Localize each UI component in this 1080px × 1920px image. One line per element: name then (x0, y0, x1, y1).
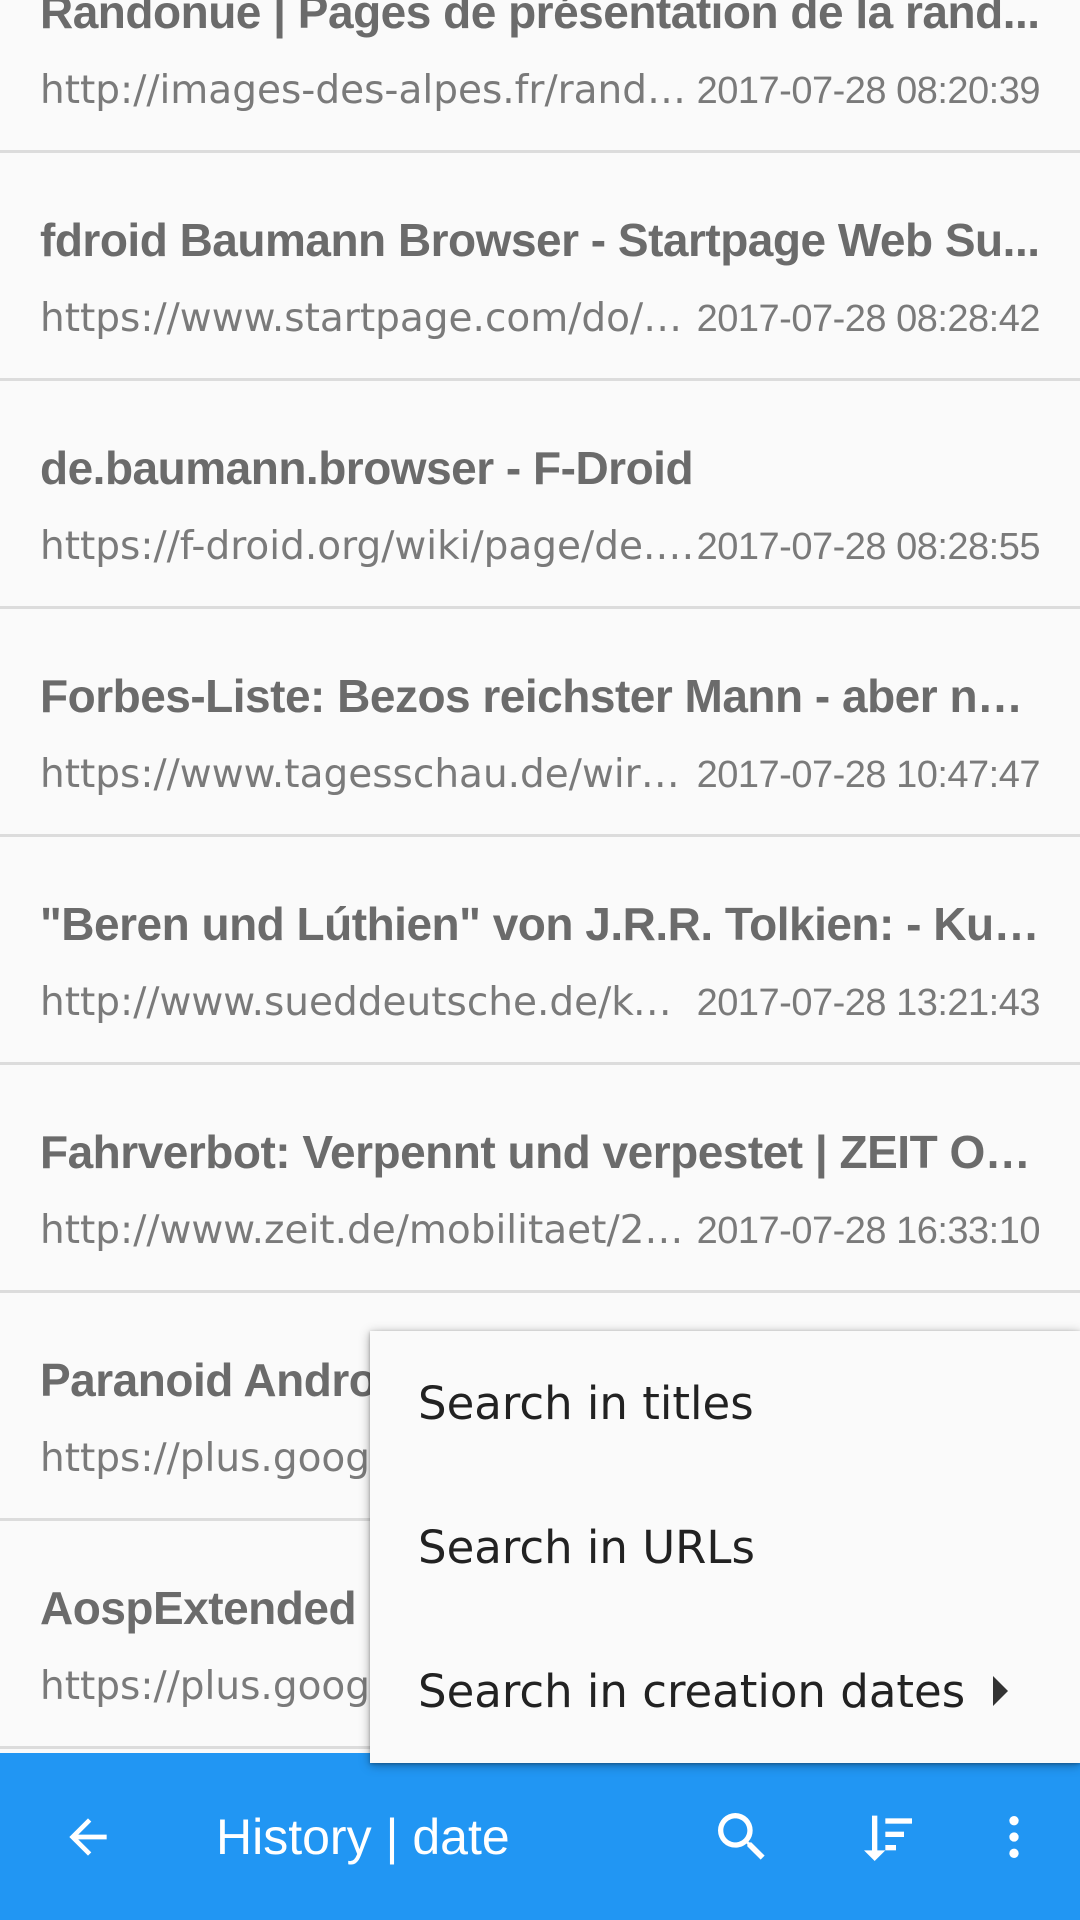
history-item-date: 2017-07-28 08:28:42 (696, 298, 1041, 340)
history-item[interactable]: Fahrverbot: Verpennt und verpestet | ZEI… (0, 1065, 1080, 1293)
history-item-date: 2017-07-28 08:20:39 (696, 70, 1041, 112)
menu-item-label: Search in creation dates (418, 1664, 966, 1718)
history-item[interactable]: fdroid Baumann Browser - Startpage Web S… (0, 153, 1080, 381)
history-item[interactable]: de.baumann.browser - F-Droid https://f-d… (0, 381, 1080, 609)
submenu-arrow-icon (993, 1676, 1008, 1706)
menu-item-label: Search in URLs (418, 1520, 755, 1574)
history-item-date: 2017-07-28 13:21:43 (696, 982, 1041, 1024)
more-vert-icon[interactable] (978, 1801, 1050, 1873)
toolbar-title: History | date (216, 1808, 510, 1865)
history-item[interactable]: "Beren und Lúthien" von J.R.R. Tolkien: … (0, 837, 1080, 1065)
history-item-date: 2017-07-28 16:33:10 (696, 1210, 1041, 1252)
history-item-url: http://www.zeit.de/mobilitaet/2017... (40, 1208, 695, 1253)
history-item-url: https://f-droid.org/wiki/page/de.b... (40, 524, 695, 569)
history-item-url: http://www.sueddeutsche.de/kultu... (40, 980, 695, 1025)
menu-item-search-titles[interactable]: Search in titles (370, 1331, 1080, 1475)
history-item-title: Forbes-Liste: Bezos reichster Mann - abe… (40, 670, 1040, 722)
history-item-title: Randonue | Pages de présentation de la r… (40, 0, 1040, 38)
history-item-title: Fahrverbot: Verpennt und verpestet | ZEI… (40, 1126, 1040, 1178)
search-icon[interactable] (706, 1801, 778, 1873)
history-item-title: de.baumann.browser - F-Droid (40, 442, 694, 494)
history-item-url: https://www.startpage.com/do/se... (40, 296, 695, 341)
menu-item-label: Search in titles (418, 1376, 754, 1430)
history-item[interactable]: Forbes-Liste: Bezos reichster Mann - abe… (0, 609, 1080, 837)
search-options-menu: Search in titles Search in URLs Search i… (370, 1331, 1080, 1763)
sort-icon[interactable] (852, 1801, 924, 1873)
arrow-back-icon[interactable] (52, 1801, 124, 1873)
bottom-toolbar: History | date (0, 1753, 1080, 1920)
menu-item-search-urls[interactable]: Search in URLs (370, 1475, 1080, 1619)
history-item[interactable]: Randonue | Pages de présentation de la r… (0, 0, 1080, 153)
history-item-title: fdroid Baumann Browser - Startpage Web S… (40, 214, 1040, 266)
history-item-url: https://www.tagesschau.de/wirtsch... (40, 752, 695, 797)
history-item-url: http://images-des-alpes.fr/rando... (40, 68, 695, 113)
history-item-date: 2017-07-28 08:28:55 (696, 526, 1041, 568)
history-item-title: "Beren und Lúthien" von J.R.R. Tolkien: … (40, 898, 1040, 950)
history-screen: Randonue | Pages de présentation de la r… (0, 0, 1080, 1920)
history-item-date: 2017-07-28 10:47:47 (696, 754, 1041, 796)
menu-item-search-creation-dates[interactable]: Search in creation dates (370, 1619, 1080, 1763)
